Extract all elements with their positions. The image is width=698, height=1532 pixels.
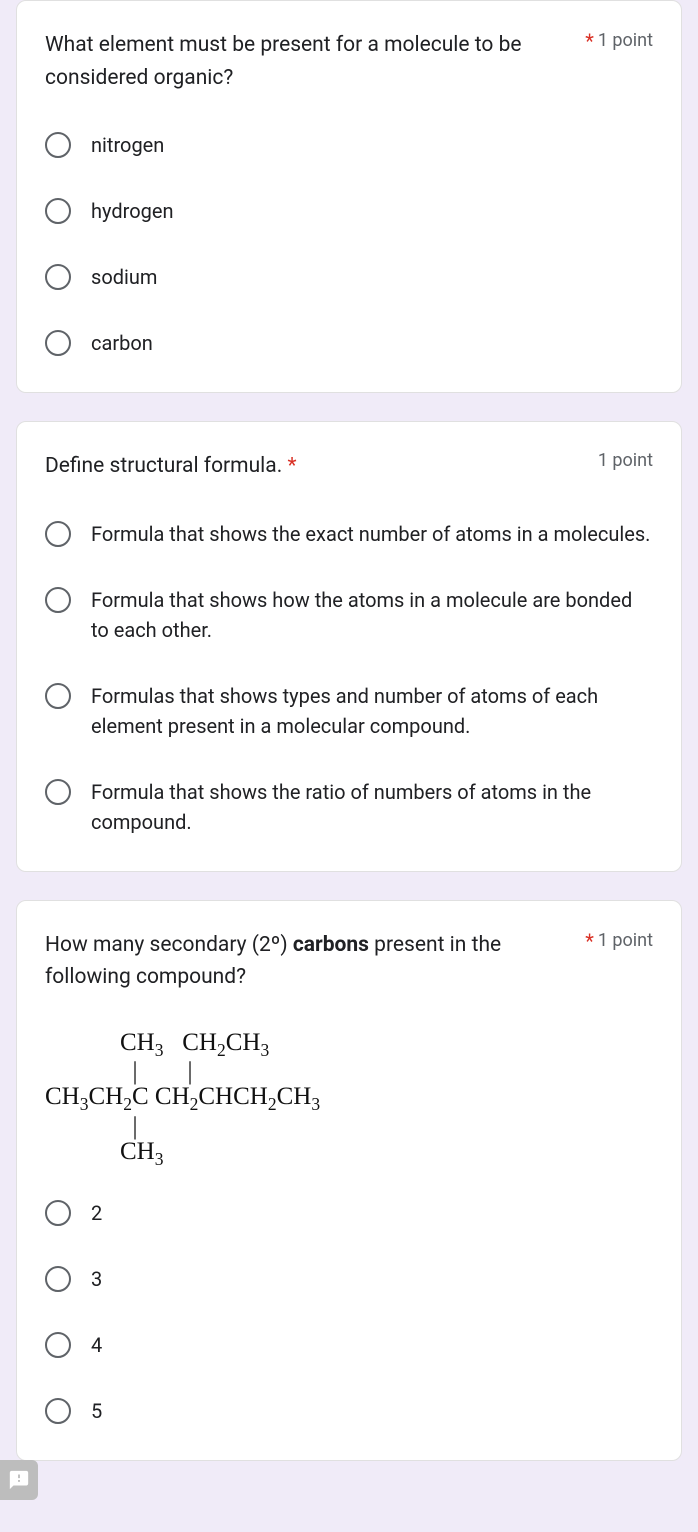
- report-problem-button[interactable]: [0, 1460, 38, 1500]
- question-text: How many secondary (2º) carbons present …: [45, 929, 573, 994]
- radio-icon: [45, 330, 71, 356]
- option-label: 3: [91, 1264, 102, 1294]
- question-text: What element must be present for a molec…: [45, 29, 573, 94]
- question-title-pre: How many secondary (2º): [45, 933, 293, 957]
- radio-option[interactable]: 5: [45, 1396, 653, 1426]
- question-points: 1 point: [598, 450, 653, 471]
- radio-option[interactable]: carbon: [45, 328, 653, 358]
- radio-option[interactable]: 4: [45, 1330, 653, 1360]
- option-label: carbon: [91, 328, 153, 358]
- question-points: *1 point: [585, 929, 653, 953]
- radio-option[interactable]: 3: [45, 1264, 653, 1294]
- question-header: What element must be present for a molec…: [45, 29, 653, 94]
- required-asterisk: *: [585, 929, 594, 953]
- points-label: 1 point: [598, 450, 653, 471]
- radio-option[interactable]: Formulas that shows types and number of …: [45, 681, 653, 741]
- radio-option[interactable]: nitrogen: [45, 130, 653, 160]
- required-asterisk: *: [585, 29, 594, 53]
- radio-option[interactable]: sodium: [45, 262, 653, 292]
- points-label: 1 point: [598, 30, 653, 51]
- question-text: Define structural formula. *: [45, 450, 586, 483]
- radio-icon: [45, 521, 71, 547]
- question-header: Define structural formula. * 1 point: [45, 450, 653, 483]
- radio-option[interactable]: Formula that shows how the atoms in a mo…: [45, 585, 653, 645]
- radio-option[interactable]: Formula that shows the ratio of numbers …: [45, 777, 653, 837]
- radio-icon: [45, 587, 71, 613]
- option-label: nitrogen: [91, 130, 164, 160]
- option-label: Formula that shows the ratio of numbers …: [91, 777, 653, 837]
- question-title-bold: carbons: [293, 933, 369, 957]
- option-label: Formula that shows how the atoms in a mo…: [91, 585, 653, 645]
- radio-icon: [45, 1266, 71, 1292]
- option-label: 2: [91, 1198, 102, 1228]
- report-icon: [8, 1469, 30, 1491]
- option-label: 4: [91, 1330, 102, 1360]
- points-label: 1 point: [598, 929, 653, 950]
- radio-icon: [45, 779, 71, 805]
- options-group: 2 3 4 5: [45, 1198, 653, 1426]
- radio-icon: [45, 132, 71, 158]
- option-label: Formula that shows the exact number of a…: [91, 519, 650, 549]
- option-label: sodium: [91, 262, 157, 292]
- option-label: Formulas that shows types and number of …: [91, 681, 653, 741]
- option-label: hydrogen: [91, 196, 174, 226]
- radio-icon: [45, 1200, 71, 1226]
- question-title: Define structural formula.: [45, 454, 282, 478]
- required-asterisk: *: [287, 454, 296, 478]
- radio-icon: [45, 264, 71, 290]
- question-card: Define structural formula. * 1 point For…: [16, 421, 682, 872]
- radio-option[interactable]: 2: [45, 1198, 653, 1228]
- radio-icon: [45, 1332, 71, 1358]
- options-group: Formula that shows the exact number of a…: [45, 519, 653, 837]
- option-label: 5: [91, 1396, 102, 1426]
- radio-icon: [45, 1398, 71, 1424]
- question-header: How many secondary (2º) carbons present …: [45, 929, 653, 994]
- radio-option[interactable]: Formula that shows the exact number of a…: [45, 519, 653, 549]
- radio-icon: [45, 683, 71, 709]
- question-points: *1 point: [585, 29, 653, 53]
- question-card: What element must be present for a molec…: [16, 0, 682, 393]
- question-title: What element must be present for a molec…: [45, 33, 522, 90]
- radio-icon: [45, 198, 71, 224]
- question-card: How many secondary (2º) carbons present …: [16, 900, 682, 1462]
- options-group: nitrogen hydrogen sodium carbon: [45, 130, 653, 358]
- chemical-structure-image: CH3 CH2CH3 | | CH3CH2C CH2CHCH2CH3 | CH3: [45, 1030, 653, 1169]
- radio-option[interactable]: hydrogen: [45, 196, 653, 226]
